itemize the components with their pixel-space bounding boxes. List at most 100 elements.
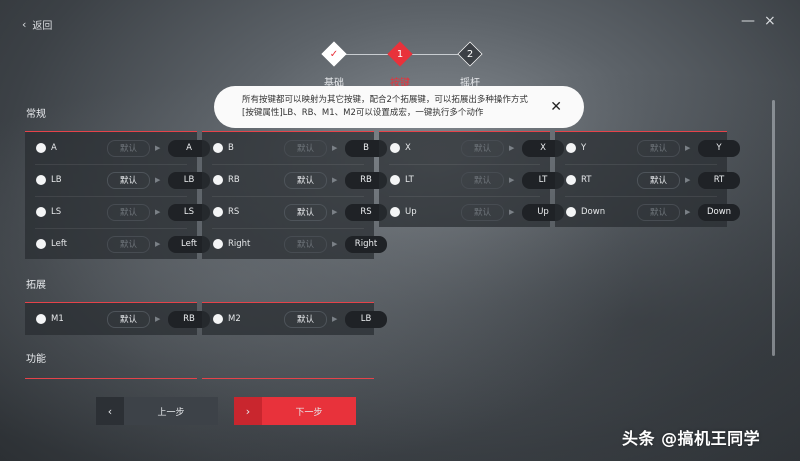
function-panel-edge [25,378,197,379]
key-mapping-row: LT 默认 ▶ LT [379,164,564,196]
select-radio[interactable] [213,175,223,185]
default-button[interactable]: 默认 [461,139,504,157]
mapped-key-button[interactable]: LB [345,310,387,328]
extend-key-panel: M1 默认 ▶ RB [25,302,210,335]
tooltip-close-icon[interactable]: ✕ [550,99,562,115]
section-title-function: 功能 [26,354,46,365]
prev-step-label: 上一步 [157,407,185,418]
key-name: B [228,143,234,153]
key-name: LB [51,175,62,185]
default-button[interactable]: 默认 [637,203,680,221]
default-button[interactable]: 默认 [461,203,504,221]
arrow-right-icon: ▶ [332,240,338,248]
step-joystick[interactable]: 2 摇杆 [457,41,483,89]
default-button[interactable]: 默认 [461,171,504,189]
section-title-normal: 常规 [26,109,46,120]
arrow-right-icon: ▶ [685,208,691,216]
mapped-key-button[interactable]: Down [698,203,740,221]
default-button[interactable]: 默认 [637,139,680,157]
arrow-right-icon: ▶ [332,144,338,152]
default-button[interactable]: 默认 [284,203,327,221]
select-radio[interactable] [213,314,223,324]
select-radio[interactable] [566,207,576,217]
arrow-right-icon: ▶ [155,144,161,152]
default-button[interactable]: 默认 [107,139,150,157]
arrow-right-icon: ▶ [685,176,691,184]
select-radio[interactable] [36,239,46,249]
key-mapping-row: Right 默认 ▶ Right [202,228,387,260]
key-mapping-row: B 默认 ▶ B [202,132,387,164]
mapped-key-button[interactable]: RT [698,171,740,189]
button-group-panel: A 默认 ▶ A LB 默认 ▶ LB LS 默认 ▶ LS Left 默认 ▶ Left [25,131,210,260]
arrow-right-icon: ▶ [685,144,691,152]
key-name: M1 [51,314,64,324]
key-mapping-row: M1 默认 ▶ RB [25,303,210,335]
key-name: Right [228,239,251,249]
stepper: ✓ 基础 1 按键 2 摇杆 [318,40,488,90]
key-name: LT [405,175,414,185]
step-connector [412,54,458,55]
key-mapping-row: RB 默认 ▶ RB [202,164,387,196]
key-name: RS [228,207,240,217]
key-mapping-row: RT 默认 ▶ RT [555,164,740,196]
key-mapping-row: Down 默认 ▶ Down [555,196,740,228]
default-button[interactable]: 默认 [107,235,150,253]
scrollbar[interactable] [772,100,775,356]
select-radio[interactable] [566,143,576,153]
arrow-right-icon: ▶ [332,315,338,323]
step-buttons[interactable]: 1 按键 [387,41,413,89]
key-name: Y [581,143,587,153]
next-step-label: 下一步 [295,407,323,418]
select-radio[interactable] [390,143,400,153]
next-step-button[interactable]: › 下一步 [234,397,356,425]
select-radio[interactable] [213,207,223,217]
mapped-key-button[interactable]: Y [698,139,740,157]
arrow-right-icon: ▶ [332,176,338,184]
default-button[interactable]: 默认 [284,235,327,253]
minimize-icon[interactable]: — [741,14,755,28]
button-group-panel: Y 默认 ▶ Y RT 默认 ▶ RT Down 默认 ▶ Down [555,131,740,228]
key-mapping-row: LB 默认 ▶ LB [25,164,210,196]
default-button[interactable]: 默认 [284,139,327,157]
select-radio[interactable] [36,175,46,185]
arrow-right-icon: ▶ [155,176,161,184]
mapped-key-button[interactable]: Right [345,235,387,253]
back-button[interactable]: ‹ 返回 [22,17,52,32]
arrow-right-icon: ▶ [509,208,515,216]
key-mapping-row: Left 默认 ▶ Left [25,228,210,260]
arrow-right-icon: ▶ [332,208,338,216]
arrow-right-icon: ▶ [509,144,515,152]
key-mapping-row: M2 默认 ▶ LB [202,303,387,335]
default-button[interactable]: 默认 [107,171,150,189]
check-icon: ✓ [329,48,339,60]
select-radio[interactable] [390,175,400,185]
close-icon[interactable]: × [764,14,776,28]
select-radio[interactable] [213,143,223,153]
default-button[interactable]: 默认 [284,310,327,328]
key-mapping-row: Y 默认 ▶ Y [555,132,740,164]
select-radio[interactable] [36,143,46,153]
button-group-panel: B 默认 ▶ B RB 默认 ▶ RB RS 默认 ▶ RS Right 默认 ▶ Right [202,131,387,260]
default-button[interactable]: 默认 [107,203,150,221]
step-basic[interactable]: ✓ 基础 [321,41,347,89]
step-connector [342,54,388,55]
function-panel-edge [202,378,374,379]
select-radio[interactable] [566,175,576,185]
arrow-right-icon: ▶ [509,176,515,184]
section-title-extend: 拓展 [26,280,46,291]
select-radio[interactable] [36,314,46,324]
default-button[interactable]: 默认 [284,171,327,189]
prev-step-button[interactable]: ‹ 上一步 [96,397,218,425]
key-name: A [51,143,57,153]
select-radio[interactable] [36,207,46,217]
button-group-panel: X 默认 ▶ X LT 默认 ▶ LT Up 默认 ▶ Up [379,131,564,227]
key-name: LS [51,207,62,217]
select-radio[interactable] [390,207,400,217]
select-radio[interactable] [213,239,223,249]
step-number: 1 [396,48,404,60]
key-name: RB [228,175,240,185]
default-button[interactable]: 默认 [637,171,680,189]
hint-text: 所有按键都可以映射为其它按键，配合2个拓展键，可以拓展出多种操作方式 [按键属性… [242,95,528,118]
default-button[interactable]: 默认 [107,310,150,328]
key-name: X [405,143,411,153]
